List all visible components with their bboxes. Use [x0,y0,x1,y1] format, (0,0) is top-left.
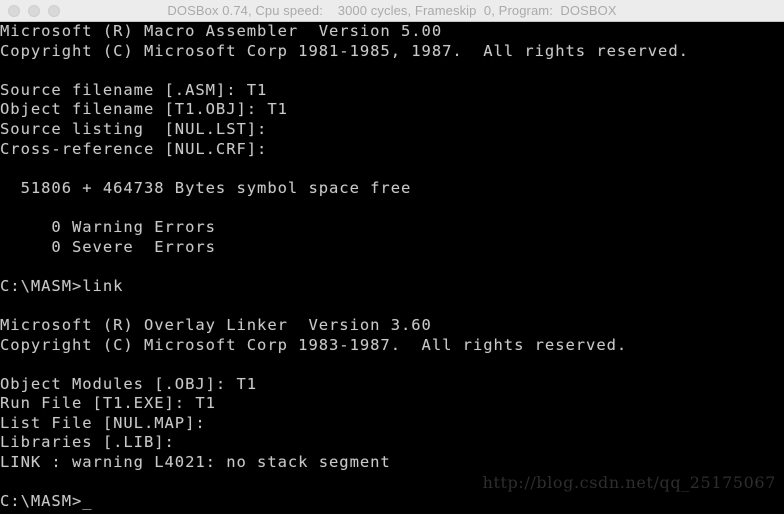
terminal-line: Microsoft (R) Overlay Linker Version 3.6… [0,315,432,334]
terminal-line: C:\MASM>_ [0,492,93,511]
window-titlebar[interactable]: DOSBox 0.74, Cpu speed: 3000 cycles, Fra… [0,0,784,22]
close-button[interactable] [8,4,20,17]
zoom-button[interactable] [48,4,60,17]
terminal-line: 51806 + 464738 Bytes symbol space free [0,178,412,197]
terminal-output: Microsoft (R) Macro Assembler Version 5.… [0,22,689,512]
window-title: DOSBox 0.74, Cpu speed: 3000 cycles, Fra… [167,3,617,18]
window-controls[interactable] [8,4,60,17]
dosbox-window: DOSBox 0.74, Cpu speed: 3000 cycles, Fra… [0,0,784,514]
terminal-line: Object Modules [.OBJ]: T1 [0,374,258,393]
terminal-line: Source listing [NUL.LST]: [0,119,268,138]
terminal-line: Copyright (C) Microsoft Corp 1983-1987. … [0,335,628,354]
terminal-line: 0 Warning Errors [0,217,216,236]
terminal-line: Source filename [.ASM]: T1 [0,80,268,99]
terminal-line: Run File [T1.EXE]: T1 [0,394,216,413]
terminal-line: Object filename [T1.OBJ]: T1 [0,100,288,119]
terminal-line: C:\MASM>link [0,276,124,295]
terminal-line: Libraries [.LIB]: [0,433,175,452]
minimize-button[interactable] [28,4,40,17]
terminal-line: Microsoft (R) Macro Assembler Version 5.… [0,22,443,40]
terminal-screen[interactable]: Microsoft (R) Macro Assembler Version 5.… [0,22,784,514]
terminal-line: Copyright (C) Microsoft Corp 1981-1985, … [0,41,689,60]
terminal-line: 0 Severe Errors [0,237,216,256]
terminal-line: List File [NUL.MAP]: [0,413,206,432]
terminal-line: LINK : warning L4021: no stack segment [0,453,391,472]
terminal-line: Cross-reference [NUL.CRF]: [0,139,268,158]
